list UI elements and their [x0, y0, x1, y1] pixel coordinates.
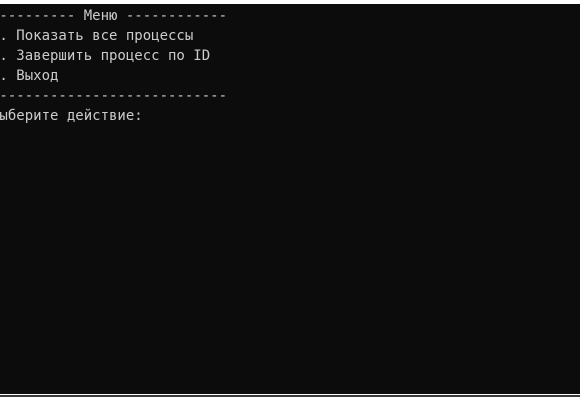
console-bottom-border [0, 395, 580, 397]
menu-footer-separator: ---------------------------- [0, 88, 228, 104]
menu-item-kill-process: 2. Завершить процесс по ID [0, 48, 211, 64]
menu-item-exit: 3. Выход [0, 68, 59, 84]
console-window[interactable]: ---------- Меню ------------ 1. Показать… [0, 4, 580, 394]
menu-header-separator: ---------- Меню ------------ [0, 8, 228, 24]
console-output: ---------- Меню ------------ 1. Показать… [0, 6, 227, 126]
action-prompt: Выберите действие: [0, 108, 143, 124]
menu-item-show-processes: 1. Показать все процессы [0, 28, 194, 44]
